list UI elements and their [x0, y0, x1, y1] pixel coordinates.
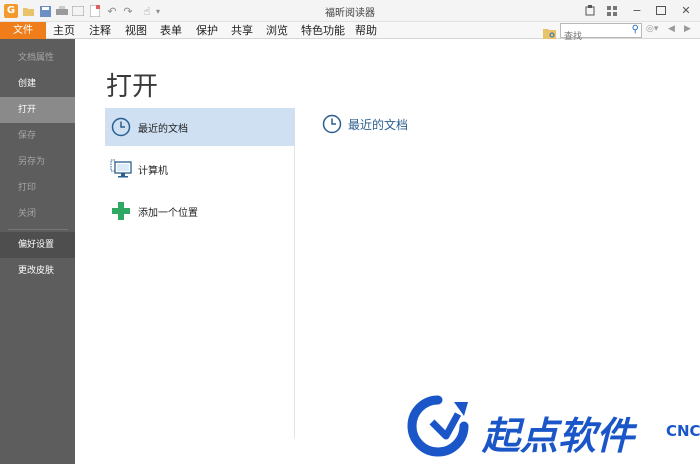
- open-option-label: 最近的文档: [138, 123, 188, 135]
- clock-icon: [110, 116, 132, 138]
- plus-icon: [110, 200, 132, 222]
- sidebar-item-save-as[interactable]: 另存为: [0, 149, 75, 175]
- site-watermark: 起点软件 CNC: [402, 392, 700, 464]
- search-box[interactable]: ⚲: [560, 23, 642, 44]
- menu-comment[interactable]: 注释: [89, 22, 111, 39]
- next-icon[interactable]: ▶: [684, 24, 691, 34]
- sidebar-item-preferences[interactable]: 偏好设置: [0, 232, 75, 258]
- search-input[interactable]: [561, 30, 627, 44]
- layout-grid-icon[interactable]: [603, 3, 621, 18]
- menu-home[interactable]: 主页: [53, 22, 75, 39]
- backstage-sidebar: 文档属性 创建 打开 保存 另存为 打印 关闭 偏好设置 更改皮肤: [0, 39, 75, 464]
- menu-share[interactable]: 共享: [231, 22, 253, 39]
- open-location-list: 最近的文档 计算机 添加一个位置: [105, 108, 295, 438]
- menu-form[interactable]: 表单: [160, 22, 182, 39]
- menu-browse[interactable]: 浏览: [266, 22, 288, 39]
- watermark-text: 起点软件: [481, 414, 638, 458]
- open-option-label: 添加一个位置: [138, 207, 198, 219]
- search-icon[interactable]: ⚲: [632, 24, 639, 35]
- menu-protect[interactable]: 保护: [196, 22, 218, 39]
- menu-file[interactable]: 文件: [0, 22, 46, 39]
- title-bar: G ↶ ↷ ☝ ▾ 福昕阅读器 − ✕: [0, 0, 700, 22]
- open-option-label: 计算机: [138, 165, 168, 177]
- sidebar-item-save[interactable]: 保存: [0, 123, 75, 149]
- sidebar-item-print[interactable]: 打印: [0, 175, 75, 201]
- sidebar-item-document-properties[interactable]: 文档属性: [0, 45, 75, 71]
- menu-features[interactable]: 特色功能: [301, 22, 345, 39]
- sidebar-divider: [8, 229, 68, 230]
- sidebar-item-create[interactable]: 创建: [0, 71, 75, 97]
- sidebar-item-close[interactable]: 关闭: [0, 201, 75, 227]
- search-folder-icon[interactable]: [543, 24, 556, 39]
- previous-icon[interactable]: ◀: [668, 24, 675, 34]
- watermark-logo-icon: [407, 395, 469, 457]
- recent-documents-heading: 最近的文档: [322, 114, 408, 134]
- open-option-computer[interactable]: 计算机: [105, 150, 295, 188]
- open-option-add-location[interactable]: 添加一个位置: [105, 192, 295, 230]
- search-options-icon[interactable]: ◎▾: [646, 24, 658, 34]
- page-title: 打开: [106, 72, 159, 102]
- open-option-recent[interactable]: 最近的文档: [105, 108, 295, 146]
- minimize-icon[interactable]: −: [628, 3, 646, 18]
- sidebar-item-change-skin[interactable]: 更改皮肤: [0, 258, 75, 284]
- menu-bar: 文件 主页 注释 视图 表单 保护 共享 浏览 特色功能 帮助 ⚲ ◎▾ ◀ ▶: [0, 22, 700, 44]
- clock-icon: [322, 114, 342, 134]
- computer-icon: [110, 158, 132, 180]
- notification-icon[interactable]: [581, 3, 599, 18]
- restore-icon[interactable]: [652, 3, 670, 18]
- menu-view[interactable]: 视图: [125, 22, 147, 39]
- close-icon[interactable]: ✕: [677, 3, 695, 18]
- menu-help[interactable]: 帮助: [355, 22, 377, 39]
- watermark-sub: CNC: [666, 422, 700, 440]
- recent-heading-label: 最近的文档: [348, 117, 409, 132]
- sidebar-item-open[interactable]: 打开: [0, 97, 75, 123]
